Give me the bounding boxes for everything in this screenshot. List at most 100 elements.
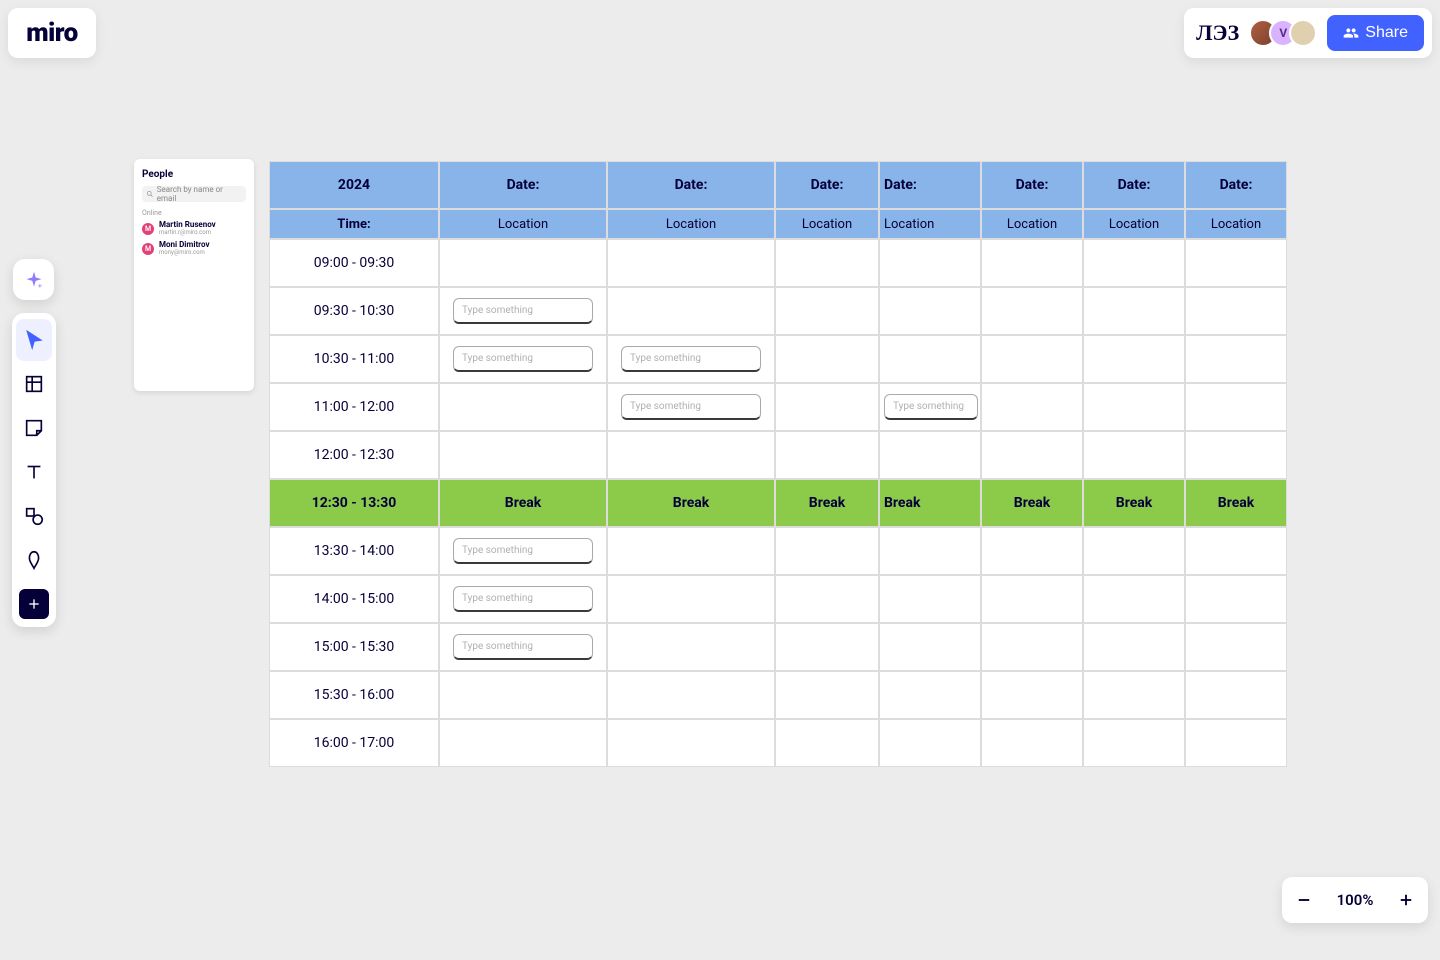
schedule-cell[interactable]	[981, 719, 1083, 767]
board-title[interactable]: ЛЭЗ	[1196, 20, 1239, 46]
schedule-cell[interactable]	[981, 671, 1083, 719]
schedule-cell[interactable]	[775, 239, 879, 287]
schedule-cell[interactable]	[981, 383, 1083, 431]
schedule-cell[interactable]	[1185, 335, 1287, 383]
schedule-cell[interactable]	[879, 335, 981, 383]
break-cell[interactable]: Break	[981, 479, 1083, 527]
placeholder-input[interactable]: Type something	[453, 298, 593, 324]
schedule-cell[interactable]	[1083, 287, 1185, 335]
time-cell[interactable]: 09:00 - 09:30	[269, 239, 439, 287]
schedule-cell[interactable]	[1185, 575, 1287, 623]
schedule-cell[interactable]	[775, 287, 879, 335]
schedule-cell[interactable]	[981, 335, 1083, 383]
schedule-cell[interactable]	[775, 671, 879, 719]
break-cell[interactable]: Break	[775, 479, 879, 527]
time-cell[interactable]: 12:30 - 13:30	[269, 479, 439, 527]
schedule-cell[interactable]	[607, 623, 775, 671]
ai-tool-button[interactable]	[13, 259, 54, 300]
placeholder-input[interactable]: Type something	[453, 538, 593, 564]
schedule-cell[interactable]	[981, 527, 1083, 575]
schedule-cell[interactable]	[879, 239, 981, 287]
time-header[interactable]: Time:	[269, 209, 439, 239]
schedule-cell[interactable]	[607, 431, 775, 479]
schedule-cell[interactable]	[607, 671, 775, 719]
schedule-cell[interactable]	[775, 719, 879, 767]
schedule-cell[interactable]	[775, 623, 879, 671]
break-cell[interactable]: Break	[439, 479, 607, 527]
sticky-tool[interactable]	[16, 407, 52, 449]
time-cell[interactable]: 10:30 - 11:00	[269, 335, 439, 383]
schedule-cell[interactable]	[879, 719, 981, 767]
schedule-cell[interactable]	[1083, 383, 1185, 431]
person-row[interactable]: M Moni Dimitrov mony@miro.com	[142, 241, 246, 256]
schedule-cell[interactable]	[607, 239, 775, 287]
zoom-out-button[interactable]	[1294, 890, 1314, 910]
schedule-cell[interactable]	[879, 575, 981, 623]
schedule-cell[interactable]	[879, 623, 981, 671]
time-cell[interactable]: 15:00 - 15:30	[269, 623, 439, 671]
date-header[interactable]: Date:	[607, 161, 775, 209]
schedule-cell[interactable]	[439, 431, 607, 479]
schedule-cell[interactable]	[775, 431, 879, 479]
schedule-cell[interactable]	[1083, 335, 1185, 383]
break-cell[interactable]: Break	[607, 479, 775, 527]
date-header[interactable]: Date:	[1185, 161, 1287, 209]
schedule-cell[interactable]	[1083, 527, 1185, 575]
schedule-cell[interactable]	[439, 671, 607, 719]
schedule-cell[interactable]	[981, 287, 1083, 335]
time-cell[interactable]: 12:00 - 12:30	[269, 431, 439, 479]
shapes-tool[interactable]	[16, 495, 52, 537]
schedule-cell[interactable]	[607, 527, 775, 575]
schedule-cell[interactable]	[1185, 239, 1287, 287]
schedule-cell[interactable]	[607, 575, 775, 623]
placeholder-input[interactable]: Type something	[453, 586, 593, 612]
collaborator-avatars[interactable]: V	[1249, 19, 1317, 47]
schedule-cell[interactable]	[439, 383, 607, 431]
schedule-cell[interactable]: Type something	[439, 287, 607, 335]
schedule-cell[interactable]	[439, 239, 607, 287]
date-header[interactable]: Date:	[439, 161, 607, 209]
schedule-cell[interactable]: Type something	[439, 335, 607, 383]
location-header[interactable]: Location	[981, 209, 1083, 239]
placeholder-input[interactable]: Type something	[453, 634, 593, 660]
schedule-cell[interactable]	[981, 575, 1083, 623]
schedule-cell[interactable]	[1083, 239, 1185, 287]
schedule-cell[interactable]	[1185, 527, 1287, 575]
schedule-cell[interactable]	[775, 335, 879, 383]
location-header[interactable]: Location	[439, 209, 607, 239]
people-panel[interactable]: People Search by name or email Online M …	[134, 159, 254, 391]
time-cell[interactable]: 15:30 - 16:00	[269, 671, 439, 719]
placeholder-input[interactable]: Type something	[621, 346, 761, 372]
select-tool[interactable]	[16, 319, 52, 361]
schedule-cell[interactable]	[879, 527, 981, 575]
schedule-cell[interactable]	[981, 239, 1083, 287]
date-header[interactable]: Date:	[981, 161, 1083, 209]
date-header[interactable]: Date:	[879, 161, 981, 209]
location-header[interactable]: Location	[879, 209, 981, 239]
schedule-cell[interactable]	[607, 719, 775, 767]
text-tool[interactable]	[16, 451, 52, 493]
schedule-grid[interactable]: 2024Date:Date:Date:Date:Date:Date:Date:T…	[269, 161, 1287, 767]
avatar[interactable]	[1289, 19, 1317, 47]
zoom-in-button[interactable]	[1396, 890, 1416, 910]
break-cell[interactable]: Break	[1185, 479, 1287, 527]
frame-tool[interactable]	[16, 363, 52, 405]
time-cell[interactable]: 09:30 - 10:30	[269, 287, 439, 335]
schedule-cell[interactable]	[1185, 287, 1287, 335]
break-cell[interactable]: Break	[879, 479, 981, 527]
schedule-cell[interactable]	[879, 287, 981, 335]
placeholder-input[interactable]: Type something	[453, 346, 593, 372]
share-button[interactable]: Share	[1327, 15, 1424, 51]
schedule-cell[interactable]	[1185, 671, 1287, 719]
time-cell[interactable]: 16:00 - 17:00	[269, 719, 439, 767]
location-header[interactable]: Location	[1083, 209, 1185, 239]
time-cell[interactable]: 11:00 - 12:00	[269, 383, 439, 431]
year-cell[interactable]: 2024	[269, 161, 439, 209]
schedule-cell[interactable]	[981, 623, 1083, 671]
date-header[interactable]: Date:	[1083, 161, 1185, 209]
schedule-cell[interactable]	[775, 575, 879, 623]
schedule-cell[interactable]	[1083, 623, 1185, 671]
schedule-cell[interactable]	[1083, 575, 1185, 623]
people-search[interactable]: Search by name or email	[142, 186, 246, 202]
schedule-cell[interactable]	[1083, 431, 1185, 479]
